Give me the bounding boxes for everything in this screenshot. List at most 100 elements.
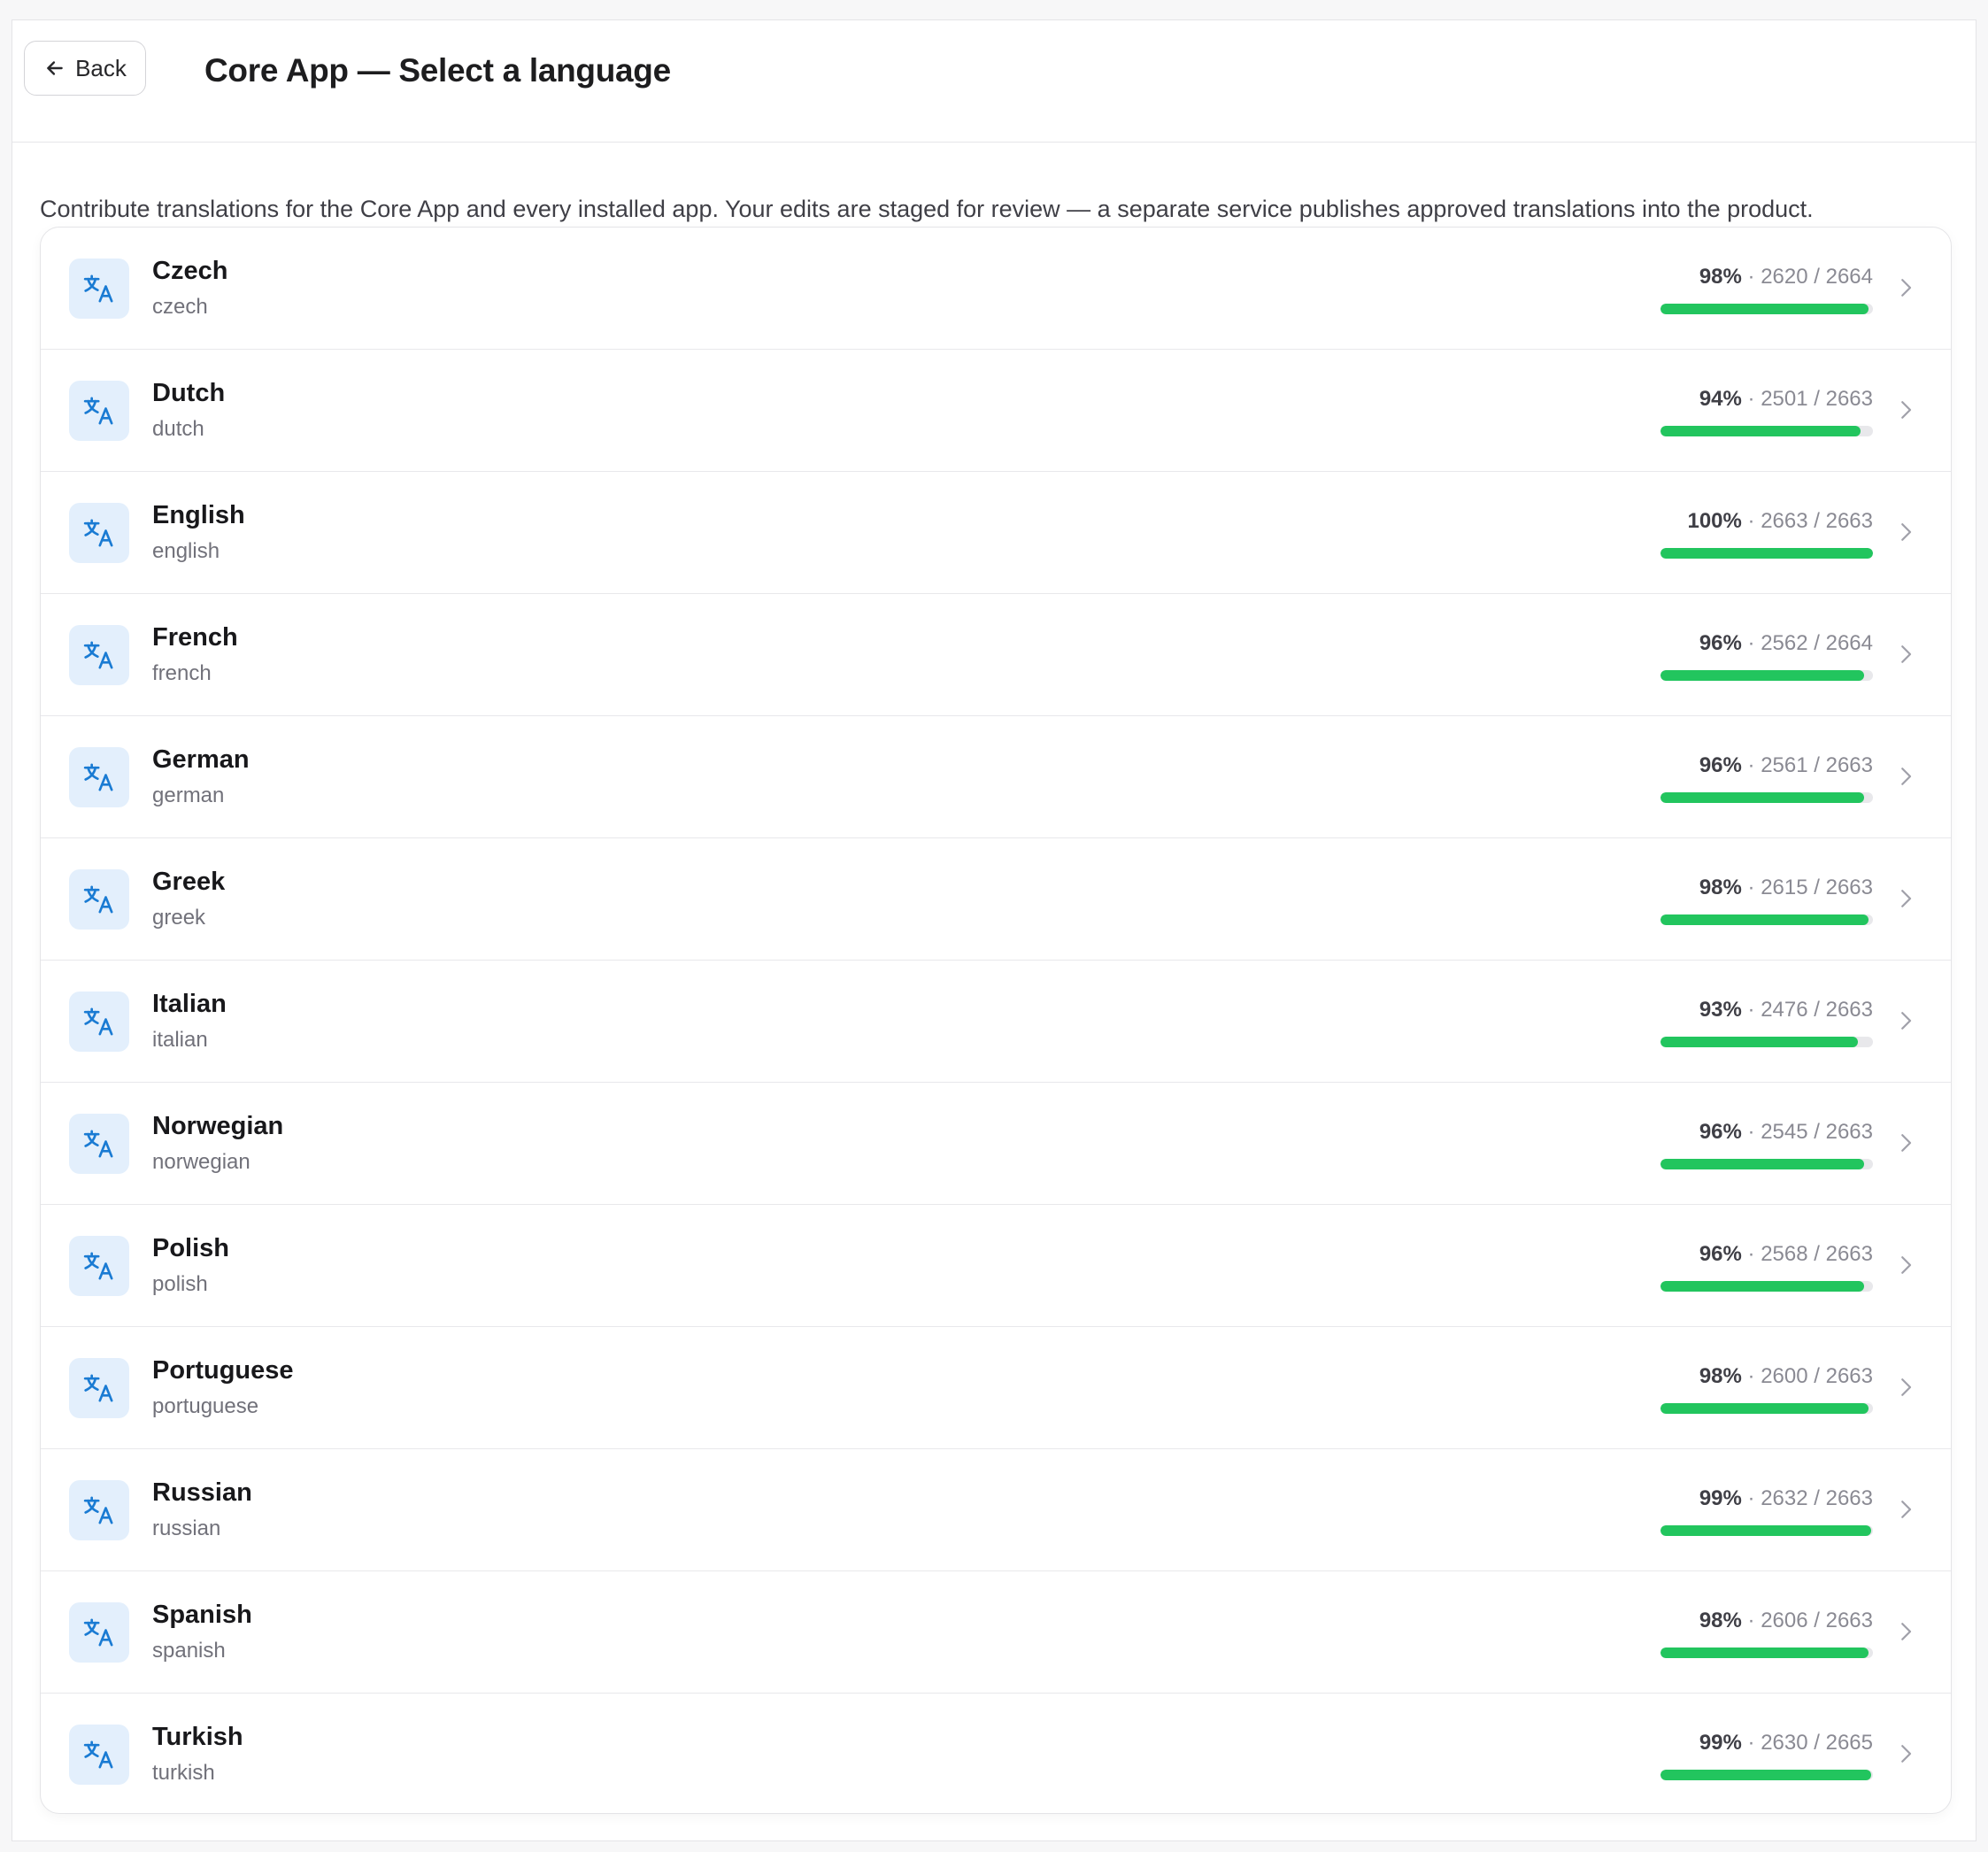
progress-bar [1661, 426, 1873, 436]
progress-fill [1661, 1037, 1859, 1047]
language-code: italian [152, 1028, 208, 1052]
string-counts: 2545 / 2663 [1761, 1120, 1873, 1144]
progress-bar [1661, 1037, 1873, 1047]
string-counts: 2606 / 2663 [1761, 1609, 1873, 1632]
language-row-italian[interactable]: Italian italian 93% · 2476 / 2663 [41, 961, 1951, 1083]
progress-bar [1661, 1403, 1873, 1414]
translate-icon [69, 1480, 129, 1540]
translation-stats: 96% · 2568 / 2663 [1699, 1242, 1873, 1267]
language-name: Polish [152, 1234, 230, 1262]
progress-bar [1661, 792, 1873, 803]
string-counts: 2615 / 2663 [1761, 876, 1873, 899]
translation-stats: 94% · 2501 / 2663 [1699, 387, 1873, 412]
translate-icon [69, 992, 129, 1052]
percent-complete: 98% [1699, 265, 1742, 289]
stats-separator: · [1741, 1609, 1761, 1632]
stats-separator: · [1741, 265, 1761, 289]
language-row-dutch[interactable]: Dutch dutch 94% · 2501 / 2663 [41, 350, 1951, 472]
chevron-right-icon [1901, 1378, 1912, 1396]
translation-stats: 99% · 2630 / 2665 [1699, 1731, 1873, 1756]
progress-bar [1661, 1525, 1873, 1536]
stats-separator: · [1741, 509, 1761, 533]
language-row-polish[interactable]: Polish polish 96% · 2568 / 2663 [41, 1205, 1951, 1327]
chevron-right-icon [1901, 645, 1912, 663]
percent-complete: 96% [1699, 1242, 1742, 1266]
language-row-greek[interactable]: Greek greek 98% · 2615 / 2663 [41, 838, 1951, 961]
translate-icon [69, 503, 129, 563]
translate-icon [69, 625, 129, 685]
percent-complete: 96% [1699, 1120, 1742, 1144]
language-code: greek [152, 906, 206, 930]
stats-separator: · [1741, 998, 1761, 1022]
translate-icon [69, 381, 129, 441]
chevron-right-icon [1901, 1501, 1912, 1518]
chevron-right-icon [1901, 768, 1912, 785]
language-code: german [152, 783, 225, 807]
stats-separator: · [1741, 876, 1761, 899]
progress-fill [1661, 1159, 1865, 1169]
chevron-right-icon [1901, 1012, 1912, 1030]
language-row-french[interactable]: French french 96% · 2562 / 2664 [41, 594, 1951, 716]
language-name: Dutch [152, 379, 226, 407]
string-counts: 2620 / 2664 [1761, 265, 1873, 289]
chevron-right-icon [1901, 523, 1912, 541]
language-row-german[interactable]: German german 96% · 2561 / 2663 [41, 716, 1951, 838]
percent-complete: 100% [1687, 509, 1742, 533]
percent-complete: 94% [1699, 387, 1742, 411]
percent-complete: 98% [1699, 876, 1742, 899]
stats-separator: · [1741, 1120, 1761, 1144]
stats-separator: · [1741, 387, 1761, 411]
translation-stats: 96% · 2562 / 2664 [1699, 631, 1873, 656]
chevron-right-icon [1901, 1623, 1912, 1640]
language-row-norwegian[interactable]: Norwegian norwegian 96% · 2545 / 2663 [41, 1083, 1951, 1205]
language-code: spanish [152, 1639, 226, 1663]
chevron-right-icon [1901, 890, 1912, 907]
chevron-right-icon [1901, 1745, 1912, 1763]
language-code: polish [152, 1272, 208, 1296]
stats-separator: · [1741, 1486, 1761, 1510]
language-code: czech [152, 295, 208, 319]
language-code: english [152, 539, 220, 563]
stats-separator: · [1741, 1364, 1761, 1388]
percent-complete: 93% [1699, 998, 1742, 1022]
page-title: Core App — Select a language [204, 52, 671, 89]
language-row-turkish[interactable]: Turkish turkish 99% · 2630 / 2665 [41, 1694, 1951, 1813]
progress-bar [1661, 1281, 1873, 1292]
progress-fill [1661, 670, 1865, 681]
language-row-russian[interactable]: Russian russian 99% · 2632 / 2663 [41, 1449, 1951, 1571]
translate-icon [69, 1725, 129, 1785]
language-name: English [152, 501, 245, 529]
language-name: Russian [152, 1478, 252, 1507]
translate-icon [69, 1602, 129, 1663]
progress-fill [1661, 1281, 1865, 1292]
language-name: German [152, 745, 250, 774]
translation-stats: 98% · 2615 / 2663 [1699, 876, 1873, 900]
progress-fill [1661, 304, 1869, 314]
chevron-right-icon [1901, 401, 1912, 419]
translation-stats: 96% · 2545 / 2663 [1699, 1120, 1873, 1145]
language-code: dutch [152, 417, 204, 441]
stats-separator: · [1741, 631, 1761, 655]
stats-separator: · [1741, 1731, 1761, 1755]
language-row-spanish[interactable]: Spanish spanish 98% · 2606 / 2663 [41, 1571, 1951, 1694]
language-code: norwegian [152, 1150, 250, 1174]
progress-bar [1661, 1159, 1873, 1169]
percent-complete: 99% [1699, 1486, 1742, 1510]
progress-fill [1661, 1648, 1869, 1658]
translation-stats: 96% · 2561 / 2663 [1699, 753, 1873, 778]
language-name: Spanish [152, 1601, 252, 1629]
language-code: turkish [152, 1761, 215, 1785]
back-button[interactable]: Back [24, 41, 146, 96]
translate-icon [69, 1236, 129, 1296]
string-counts: 2600 / 2663 [1761, 1364, 1873, 1388]
language-row-portuguese[interactable]: Portuguese portuguese 98% · 2600 / 2663 [41, 1327, 1951, 1449]
page-header: Back Core App — Select a language [12, 20, 1976, 143]
progress-bar [1661, 548, 1873, 559]
string-counts: 2568 / 2663 [1761, 1242, 1873, 1266]
language-row-english[interactable]: English english 100% · 2663 / 2663 [41, 472, 1951, 594]
language-row-czech[interactable]: Czech czech 98% · 2620 / 2664 [41, 228, 1951, 350]
string-counts: 2476 / 2663 [1761, 998, 1873, 1022]
translation-stats: 93% · 2476 / 2663 [1699, 998, 1873, 1022]
language-list: Czech czech 98% · 2620 / 2664 Dutch dutc… [40, 227, 1952, 1814]
stats-separator: · [1741, 1242, 1761, 1266]
